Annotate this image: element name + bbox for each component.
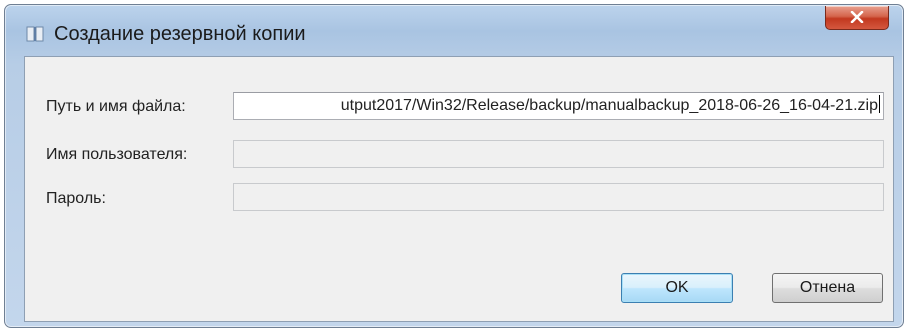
path-input[interactable]: utput2017/Win32/Release/backup/manualbac… — [233, 92, 884, 120]
username-label: Имя пользователя: — [46, 146, 188, 163]
username-input[interactable] — [233, 140, 884, 168]
dialog-body: Путь и имя файла: utput2017/Win32/Releas… — [24, 56, 894, 322]
window-title: Создание резервной копии — [54, 23, 306, 45]
path-label: Путь и имя файла: — [46, 98, 186, 115]
text-caret — [879, 95, 880, 113]
close-icon — [850, 11, 864, 23]
ok-button[interactable]: OK — [621, 273, 733, 303]
password-label: Пароль: — [46, 190, 106, 207]
password-input[interactable] — [233, 183, 884, 211]
book-icon — [26, 25, 44, 43]
path-value: utput2017/Win32/Release/backup/manualbac… — [340, 97, 878, 114]
backup-dialog: Создание резервной копии Путь и имя файл… — [4, 4, 904, 328]
close-button[interactable] — [825, 6, 889, 30]
title-bar[interactable]: Создание резервной копии — [5, 5, 903, 57]
cancel-button[interactable]: Отнена — [772, 273, 883, 303]
